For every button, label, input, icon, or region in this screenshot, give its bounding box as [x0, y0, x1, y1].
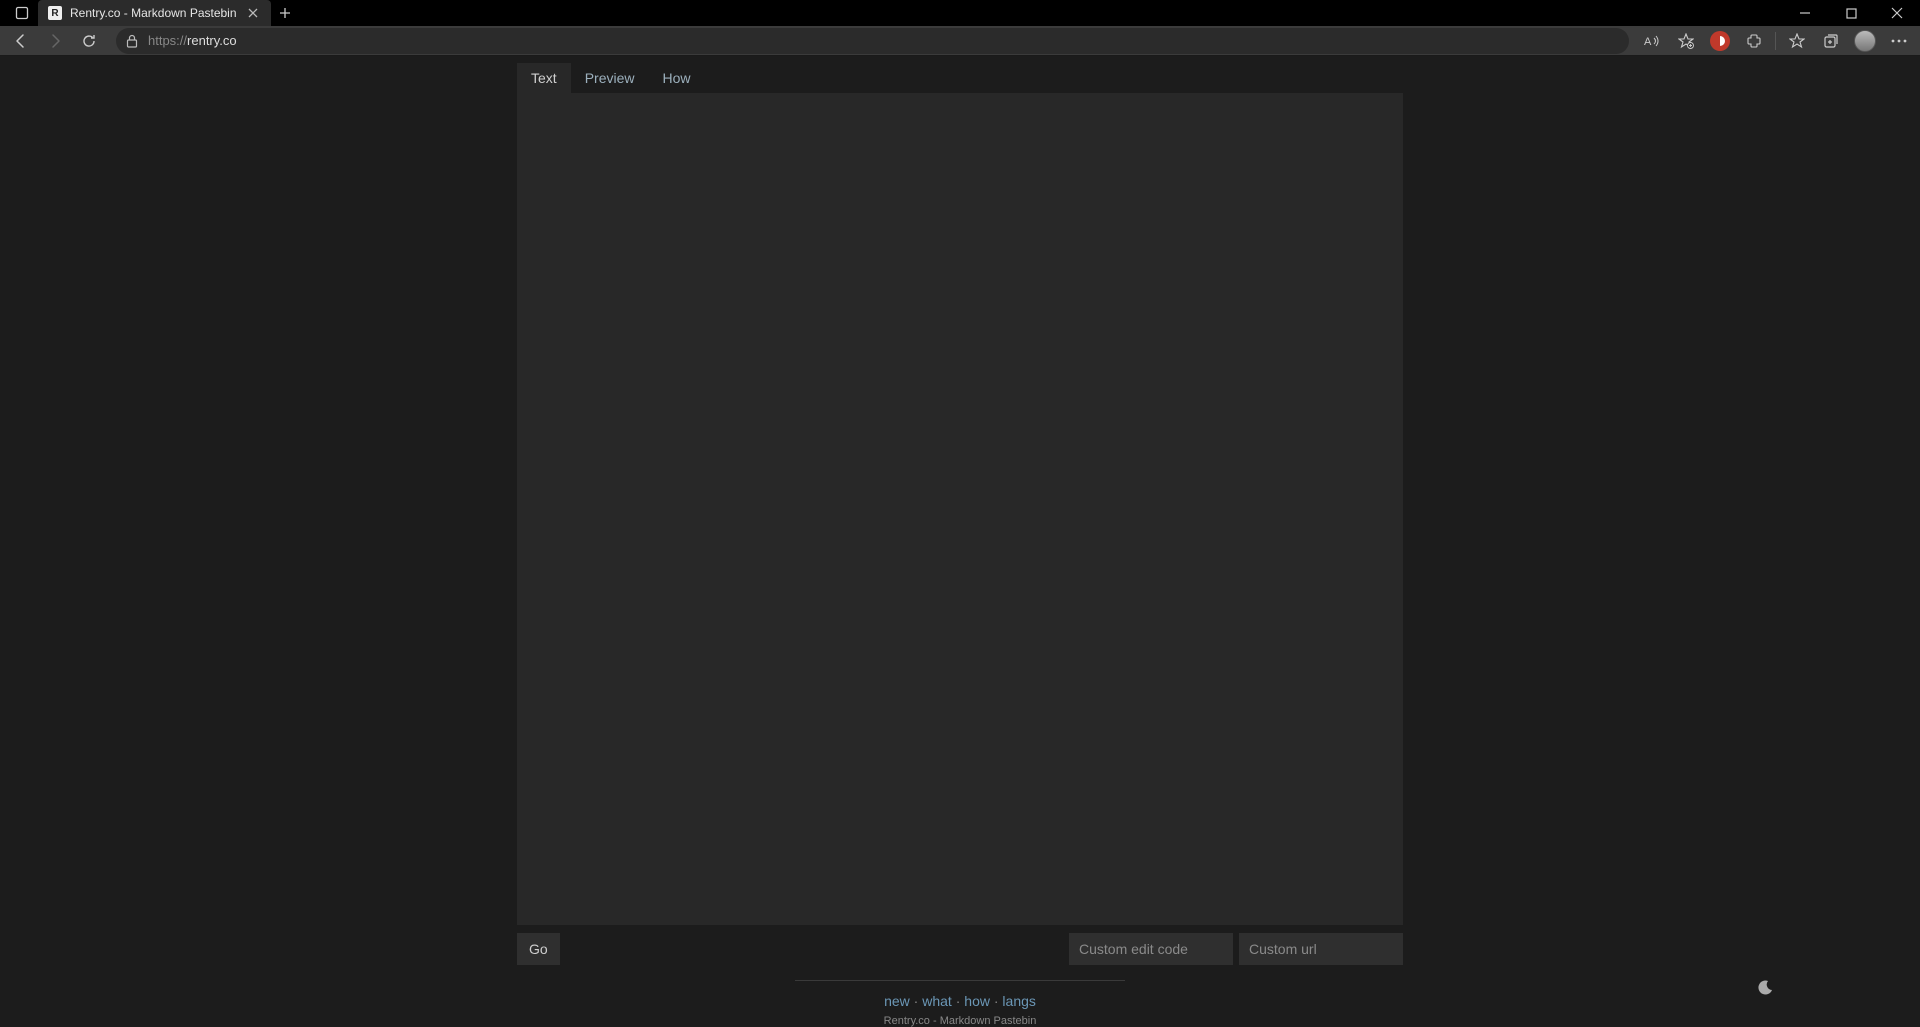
toolbar-divider [1775, 32, 1776, 50]
page-viewport: Text Preview How Go new · what · how · l… [0, 56, 1920, 1027]
footer-link-what[interactable]: what [922, 993, 952, 1009]
toolbar-right: A [1635, 27, 1916, 55]
back-button[interactable] [4, 27, 38, 55]
footer-link-how[interactable]: how [964, 993, 990, 1009]
star-add-icon[interactable] [1669, 27, 1703, 55]
custom-url-input[interactable] [1239, 933, 1403, 965]
extension-badge-icon[interactable] [1703, 27, 1737, 55]
rentry-app: Text Preview How Go new · what · how · l… [517, 56, 1403, 1027]
more-menu-icon[interactable] [1882, 27, 1916, 55]
custom-edit-code-input[interactable] [1069, 933, 1233, 965]
close-window-button[interactable] [1874, 0, 1920, 26]
editor-tabs: Text Preview How [517, 63, 1403, 93]
footer-links: new · what · how · langs [517, 980, 1403, 1009]
tab-preview[interactable]: Preview [571, 63, 649, 93]
footer-link-new[interactable]: new [884, 993, 910, 1009]
bottom-row: Go [517, 932, 1403, 966]
window-controls [1782, 0, 1920, 26]
editor-textarea[interactable] [517, 93, 1403, 925]
footer-tagline: Rentry.co - Markdown Pastebin [517, 1015, 1403, 1027]
browser-tab[interactable]: R Rentry.co - Markdown Pastebin [38, 0, 271, 26]
tab-text[interactable]: Text [517, 63, 571, 93]
tab-title: Rentry.co - Markdown Pastebin [70, 6, 237, 20]
go-button[interactable]: Go [517, 933, 560, 965]
titlebar: R Rentry.co - Markdown Pastebin [0, 0, 1920, 26]
url-text: https://rentry.co [148, 33, 237, 48]
forward-button[interactable] [38, 27, 72, 55]
address-bar[interactable]: https://rentry.co [116, 28, 1629, 54]
footer-link-langs[interactable]: langs [1002, 993, 1035, 1009]
svg-text:A: A [1644, 36, 1652, 48]
extensions-icon[interactable] [1737, 27, 1771, 55]
browser-toolbar: https://rentry.co A [0, 26, 1920, 56]
collections-icon[interactable] [1814, 27, 1848, 55]
new-tab-button[interactable] [271, 0, 299, 26]
minimize-button[interactable] [1782, 0, 1828, 26]
tab-how[interactable]: How [648, 63, 704, 93]
lock-icon [126, 34, 138, 48]
tab-strip: R Rentry.co - Markdown Pastebin [0, 0, 1782, 26]
profile-avatar[interactable] [1848, 27, 1882, 55]
tab-actions-icon[interactable] [6, 0, 38, 26]
maximize-button[interactable] [1828, 0, 1874, 26]
close-tab-icon[interactable] [245, 5, 261, 21]
favicon-icon: R [48, 6, 62, 20]
favorites-icon[interactable] [1780, 27, 1814, 55]
theme-toggle-moon-icon[interactable] [1757, 980, 1773, 996]
read-aloud-icon[interactable]: A [1635, 27, 1669, 55]
refresh-button[interactable] [72, 27, 106, 55]
